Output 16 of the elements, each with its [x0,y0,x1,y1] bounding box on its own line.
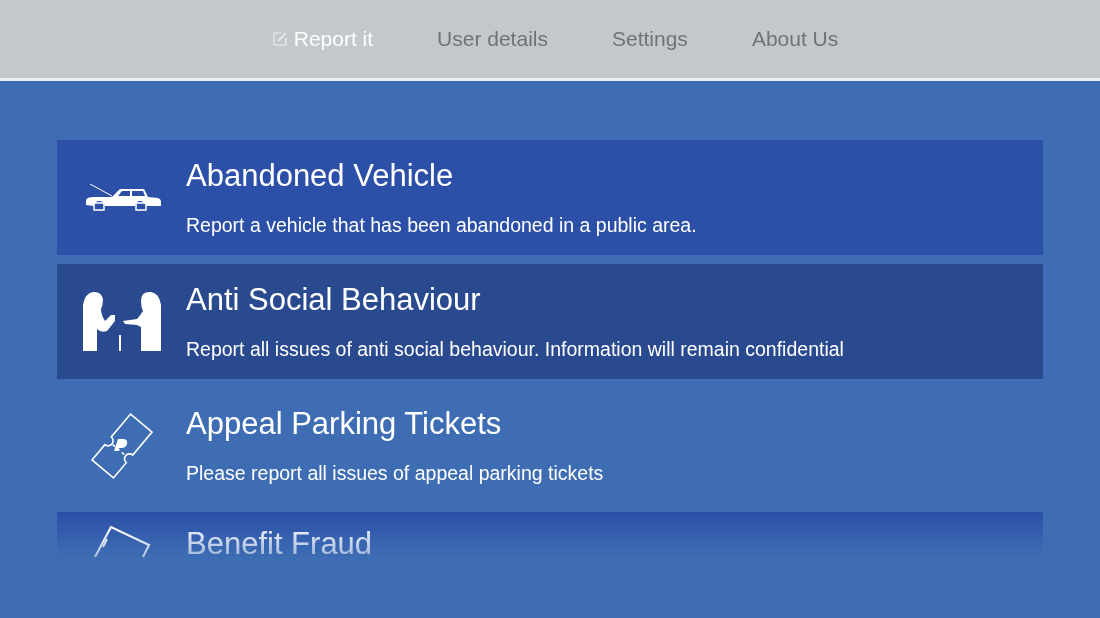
service-item[interactable]: Appeal Parking Tickets Please report all issues of appeal parking tickets [57,388,1043,503]
service-title: Benefit Fraud [186,526,373,560]
service-description: Please report all issues of appeal parking tickets [186,462,604,485]
service-title: Abandoned Vehicle [186,158,455,194]
service-description: Report all issues of anti social behaviour. Information will remain confidential [186,338,844,361]
people-arguing-icon [80,290,163,353]
service-item[interactable]: Anti Social Behaviour Report all issues of anti social behaviour. Information will remain confidential [57,264,1043,379]
tab[interactable]: Settings [612,27,688,51]
service-item[interactable]: Benefit Fraud [57,512,1043,560]
tab[interactable]: User details [437,27,548,51]
service-description: Report a vehicle that has been abandoned in a public area. [186,214,697,237]
service-title: Appeal Parking Tickets [186,406,503,442]
service-title: Anti Social Behaviour [186,282,482,318]
tab[interactable]: About Us [751,27,839,51]
card-icon [92,526,151,558]
service-item[interactable]: Abandoned Vehicle Report a vehicle that has been abandoned in a public area. [57,140,1043,255]
